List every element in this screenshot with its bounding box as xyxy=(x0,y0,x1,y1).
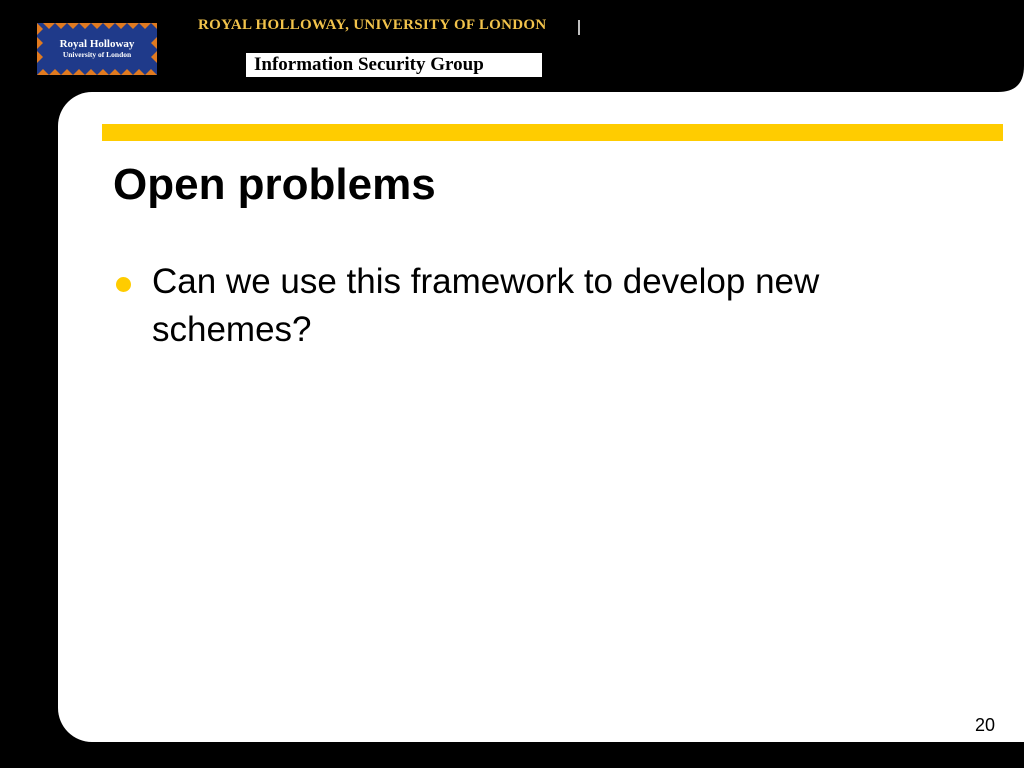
group-name: Information Security Group xyxy=(246,53,542,77)
bullet-text: Can we use this framework to develop new… xyxy=(152,262,820,349)
title-accent-bar xyxy=(102,124,1003,141)
logo-line-2: University of London xyxy=(62,50,132,59)
logo-label: Royal Holloway University of London xyxy=(49,36,145,62)
bullet-list: Can we use this framework to develop new… xyxy=(114,258,964,354)
institution-divider xyxy=(578,20,580,35)
institution-name: ROYAL HOLLOWAY, UNIVERSITY OF LONDON xyxy=(198,17,547,33)
royal-holloway-logo: Royal Holloway University of London xyxy=(37,23,157,75)
slide: Royal Holloway University of London ROYA… xyxy=(0,0,1024,768)
panel-corner-shape xyxy=(968,0,1024,94)
slide-title: Open problems xyxy=(113,160,436,209)
page-number: 20 xyxy=(974,715,995,735)
bullet-icon xyxy=(116,277,131,292)
logo-line-1: Royal Holloway xyxy=(59,38,135,50)
bullet-item: Can we use this framework to develop new… xyxy=(114,258,964,354)
